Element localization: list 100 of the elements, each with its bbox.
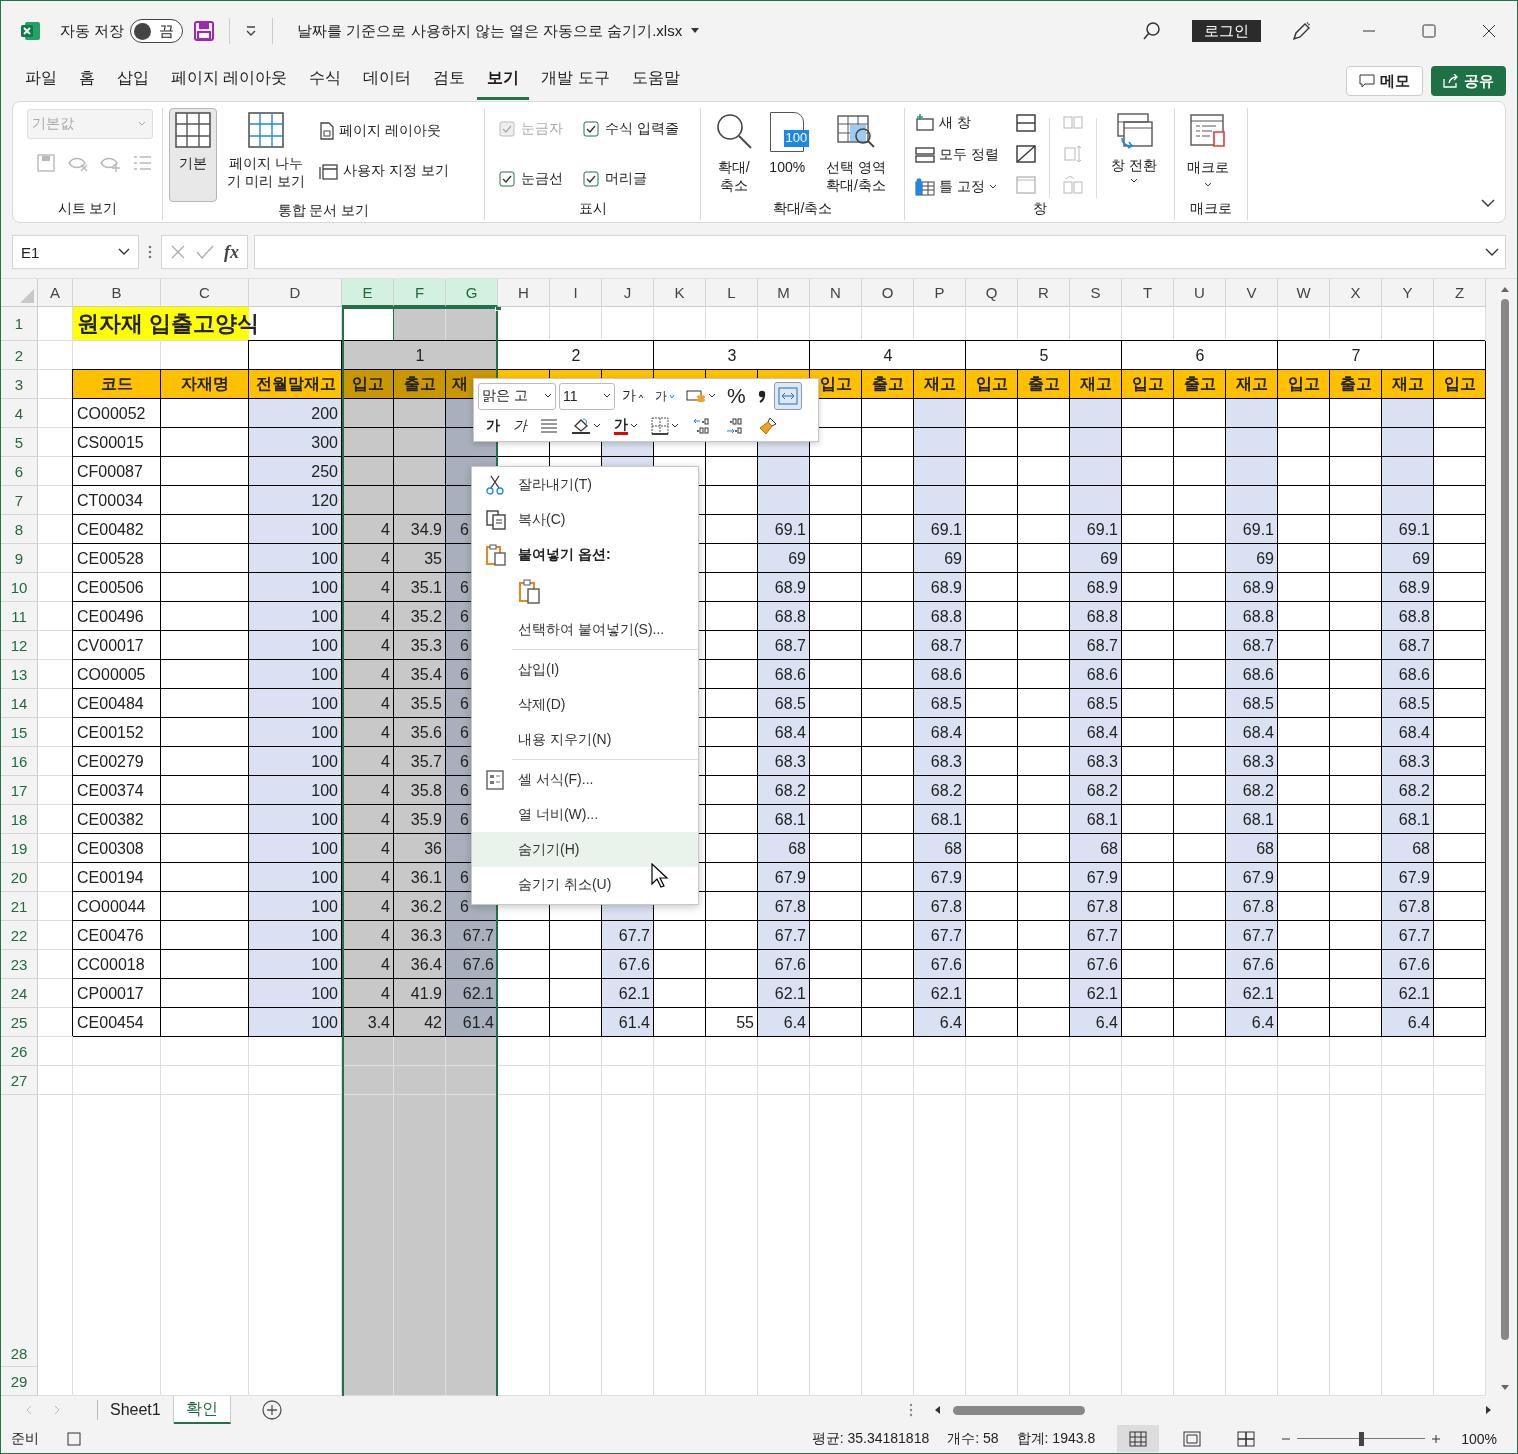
menu-tab[interactable]: 검토 xyxy=(423,62,476,100)
grow-font-button[interactable]: 가 xyxy=(618,382,648,410)
menu-tab[interactable]: 페이지 레이아웃 xyxy=(161,62,298,100)
memo-button[interactable]: 메모 xyxy=(1346,66,1423,96)
row-header[interactable]: 13 xyxy=(1,660,38,689)
table-cell: 68.4 xyxy=(1382,718,1434,747)
login-button[interactable]: 로그인 xyxy=(1192,20,1261,42)
row-header[interactable]: 14 xyxy=(1,689,38,718)
row-header[interactable]: 18 xyxy=(1,805,38,834)
percent-button[interactable]: % xyxy=(723,382,750,410)
name-box[interactable]: E1 xyxy=(12,235,139,269)
zoom-button[interactable]: 확대/축소 xyxy=(707,108,761,199)
menu-tab[interactable]: 개발 도구 xyxy=(531,62,620,100)
row-header[interactable]: 9 xyxy=(1,544,38,573)
menu-tab[interactable]: 도움말 xyxy=(621,62,690,100)
table-cell: 입고 xyxy=(966,370,1018,399)
table-cell: CE00374 xyxy=(73,776,161,805)
menu-tab[interactable]: 삽입 xyxy=(107,62,159,100)
table-cell: 68 xyxy=(1070,834,1122,863)
shrink-font-button[interactable]: 가 xyxy=(651,382,679,410)
row-header[interactable]: 27 xyxy=(1,1066,38,1095)
menu-tab[interactable]: 홈 xyxy=(69,62,105,100)
row-header[interactable]: 6 xyxy=(1,457,38,486)
table-cell: 100 xyxy=(249,689,342,718)
bold-button[interactable]: 가 xyxy=(482,412,504,440)
row-header[interactable]: 5 xyxy=(1,428,38,457)
zoom-level[interactable]: 100% xyxy=(1461,1430,1497,1447)
table-cell: CE00194 xyxy=(73,863,161,892)
row-header[interactable]: 4 xyxy=(1,399,38,428)
row-header[interactable]: 24 xyxy=(1,979,38,1008)
row-header[interactable]: 20 xyxy=(1,863,38,892)
row-header[interactable]: 11 xyxy=(1,602,38,631)
checkbox[interactable]: 수식 입력줄 xyxy=(583,120,703,138)
table-cell: 36.3 xyxy=(394,921,446,950)
arrange-all-button[interactable]: 모두 정렬 xyxy=(911,144,1003,166)
table-cell: 재고 xyxy=(914,370,966,399)
table-cell: 입고 xyxy=(1434,370,1486,399)
italic-button[interactable]: 가 xyxy=(509,412,531,440)
table-cell: 68.2 xyxy=(914,776,966,805)
column-header[interactable]: G xyxy=(446,279,498,307)
row-header[interactable]: 2 xyxy=(1,341,38,370)
menu-tab[interactable]: 수식 xyxy=(299,62,352,100)
table-cell: 68.6 xyxy=(1382,660,1434,689)
sheet-tab[interactable]: 확인 xyxy=(173,1396,231,1424)
insert-function-button[interactable]: fx xyxy=(224,241,239,263)
row-header[interactable]: 12 xyxy=(1,631,38,660)
count-readout[interactable]: 개수: 58 xyxy=(947,1429,999,1448)
average-readout[interactable]: 평균: 35.34181818 xyxy=(811,1429,930,1448)
table-cell: 67.8 xyxy=(1382,892,1434,921)
table-cell: 68.2 xyxy=(1070,776,1122,805)
font-name-field[interactable]: 맑은 고 xyxy=(478,382,556,410)
table-cell: 67.7 xyxy=(1070,921,1122,950)
table-cell: 35.3 xyxy=(394,631,446,660)
zoom-100-button[interactable]: 100 100% xyxy=(760,108,814,181)
column-header[interactable]: F xyxy=(394,279,446,307)
page-layout-button[interactable]: 페이지 레이아웃 xyxy=(315,120,453,142)
share-button[interactable]: 공유 xyxy=(1431,66,1506,96)
row-header[interactable]: 1 xyxy=(1,307,38,341)
row-header[interactable]: 26 xyxy=(1,1037,38,1066)
zoom-to-selection-button[interactable]: 선택 영역 확대/축소 xyxy=(814,108,898,199)
row-header[interactable]: 15 xyxy=(1,718,38,747)
autosave-toggle[interactable]: 끔 xyxy=(130,19,184,43)
menu-tab[interactable]: 데이터 xyxy=(353,62,422,100)
file-name[interactable]: 날짜를 기준으로 사용하지 않는 열은 자동으로 숨기기.xlsx xyxy=(297,21,683,41)
freeze-panes-button[interactable]: 틀 고정 xyxy=(911,176,1003,198)
row-header[interactable]: 28 xyxy=(1,1095,38,1367)
table-cell: 68.1 xyxy=(914,805,966,834)
menu-tab[interactable]: 파일 xyxy=(15,62,67,100)
page-break-preview-button[interactable]: 페이지 나누기 미리 보기 xyxy=(217,108,315,195)
checkbox[interactable]: 눈금선 xyxy=(499,170,583,188)
row-header[interactable]: 8 xyxy=(1,515,38,544)
column-header[interactable]: E xyxy=(342,279,394,307)
table-cell: 69.1 xyxy=(758,515,810,544)
row-header[interactable]: 23 xyxy=(1,950,38,979)
table-cell: 67.8 xyxy=(1070,892,1122,921)
new-window-button[interactable]: 새 창 xyxy=(911,112,1003,134)
row-header[interactable]: 22 xyxy=(1,921,38,950)
macros-button[interactable]: 매크로 xyxy=(1181,108,1235,193)
normal-view-button[interactable]: 기본 xyxy=(169,108,217,202)
row-header[interactable]: 29 xyxy=(1,1367,38,1396)
table-cell: 67.7 xyxy=(758,921,810,950)
row-header[interactable]: 19 xyxy=(1,834,38,863)
table-cell: 35.8 xyxy=(394,776,446,805)
sum-readout[interactable]: 합계: 1943.8 xyxy=(1016,1429,1096,1448)
row-header[interactable]: 7 xyxy=(1,486,38,515)
menu-item[interactable]: 잘라내기(T) xyxy=(472,467,698,502)
switch-windows-button[interactable]: 창 전환 xyxy=(1102,108,1165,189)
table-cell: 68.6 xyxy=(758,660,810,689)
row-header[interactable]: 17 xyxy=(1,776,38,805)
row-header[interactable]: 25 xyxy=(1,1008,38,1037)
font-color-button[interactable]: 가 xyxy=(610,412,642,440)
row-header[interactable]: 3 xyxy=(1,370,38,399)
checkbox[interactable]: 머리글 xyxy=(583,170,703,188)
row-header[interactable]: 10 xyxy=(1,573,38,602)
custom-views-button[interactable]: 사용자 지정 보기 xyxy=(315,160,453,182)
row-header[interactable]: 16 xyxy=(1,747,38,776)
menu-item[interactable]: 숨기기(H) xyxy=(472,832,698,867)
row-header[interactable]: 21 xyxy=(1,892,38,921)
table-cell: 100 xyxy=(249,573,342,602)
font-size-field[interactable]: 11 xyxy=(559,382,615,410)
